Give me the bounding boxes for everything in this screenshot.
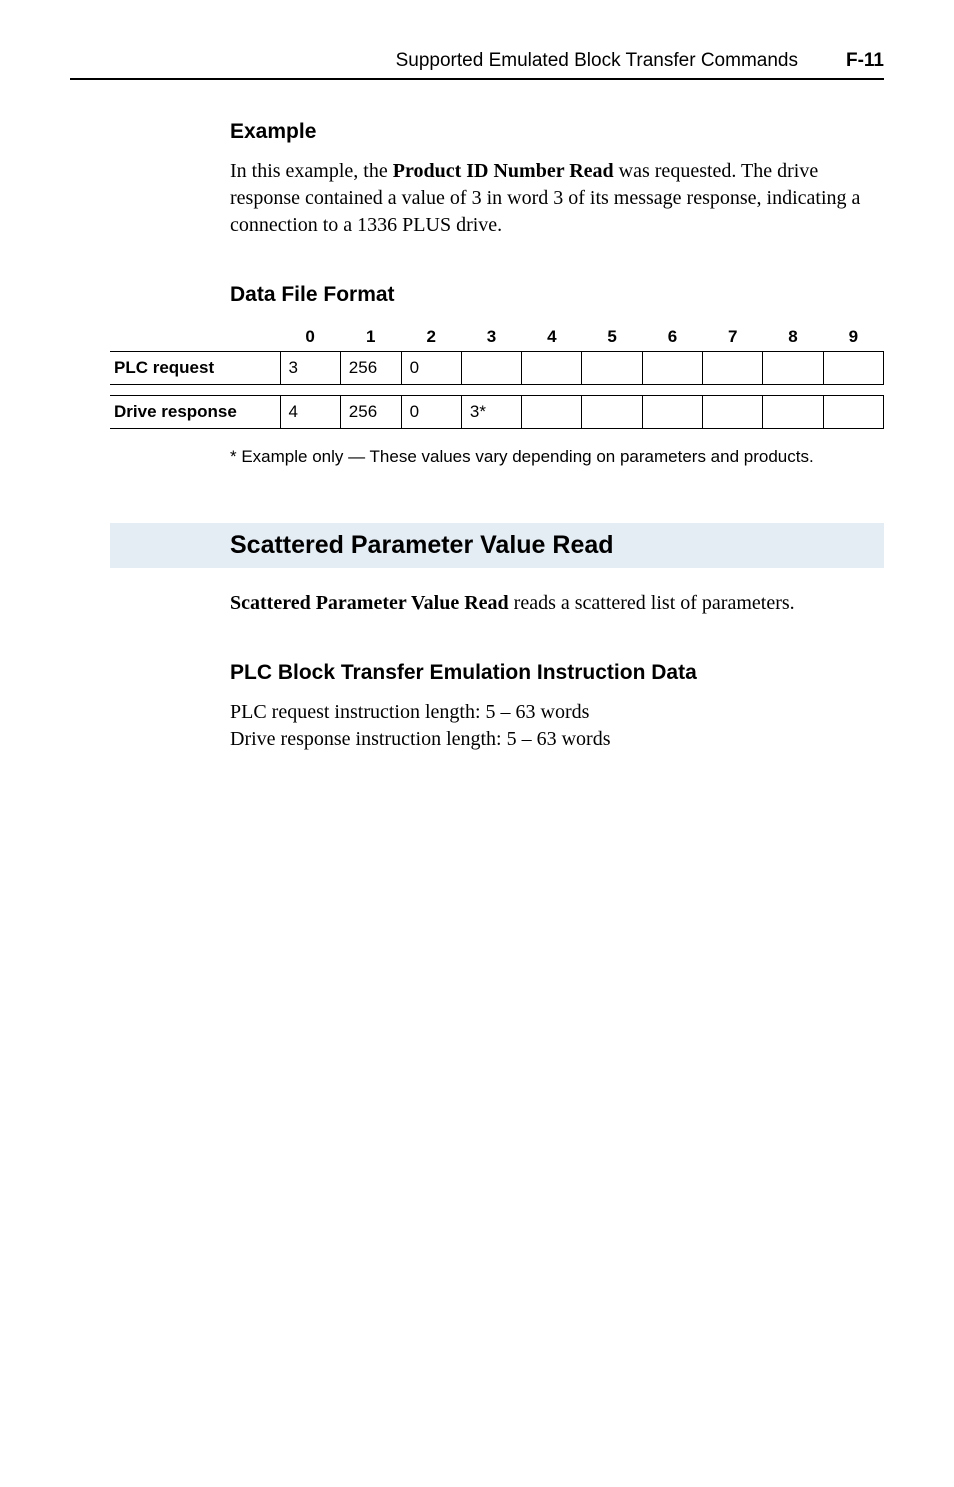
table-row: PLC request 3 256 0 [110, 352, 884, 385]
data-file-format-heading: Data File Format [230, 283, 884, 307]
plc-line-1: PLC request instruction length: 5 – 63 w… [230, 699, 884, 726]
table-cell: 3 [280, 352, 340, 385]
plc-block-heading: PLC Block Transfer Emulation Instruction… [230, 661, 884, 685]
example-body-bold: Product ID Number Read [393, 160, 614, 182]
table-cell [582, 352, 642, 385]
data-file-format-table: 0 1 2 3 4 5 6 7 8 9 PLC request 3 256 0 [110, 323, 884, 429]
col-header: 6 [642, 323, 702, 352]
table-cell [461, 352, 521, 385]
data-file-format-table-wrap: 0 1 2 3 4 5 6 7 8 9 PLC request 3 256 0 [110, 323, 884, 429]
row-label: PLC request [110, 352, 280, 385]
example-heading: Example [230, 120, 884, 144]
col-header: 0 [280, 323, 340, 352]
col-header: 8 [763, 323, 823, 352]
table-cell [522, 396, 582, 429]
col-header: 9 [823, 323, 883, 352]
example-body: In this example, the Product ID Number R… [230, 158, 884, 239]
plc-line-2: Drive response instruction length: 5 – 6… [230, 726, 884, 753]
scattered-heading: Scattered Parameter Value Read [110, 523, 884, 568]
table-cell: 256 [340, 352, 401, 385]
header-page-number: F-11 [846, 50, 884, 72]
scattered-intro-bold: Scattered Parameter Value Read [230, 592, 509, 614]
table-cell [763, 352, 823, 385]
example-body-pre: In this example, the [230, 160, 393, 182]
scattered-intro-rest: reads a scattered list of parameters. [509, 592, 795, 614]
header-title: Supported Emulated Block Transfer Comman… [396, 50, 798, 72]
table-row: Drive response 4 256 0 3* [110, 396, 884, 429]
scattered-intro: Scattered Parameter Value Read reads a s… [230, 590, 884, 617]
table-cell [703, 396, 763, 429]
col-header: 2 [401, 323, 461, 352]
table-cell: 4 [280, 396, 340, 429]
table-cell [642, 352, 702, 385]
table-cell [642, 396, 702, 429]
table-cell [582, 396, 642, 429]
table-cell: 3* [461, 396, 521, 429]
col-header: 1 [340, 323, 401, 352]
page-header: Supported Emulated Block Transfer Comman… [70, 50, 884, 80]
table-cell: 256 [340, 396, 401, 429]
col-header: 3 [461, 323, 521, 352]
col-header: 7 [703, 323, 763, 352]
table-cell [703, 352, 763, 385]
table-footnote: * Example only — These values vary depen… [230, 447, 884, 467]
col-header: 5 [582, 323, 642, 352]
table-cell [823, 396, 883, 429]
table-cell [763, 396, 823, 429]
table-cell: 0 [401, 396, 461, 429]
table-cell: 0 [401, 352, 461, 385]
col-header: 4 [522, 323, 582, 352]
table-cell [823, 352, 883, 385]
table-header-row: 0 1 2 3 4 5 6 7 8 9 [110, 323, 884, 352]
table-cell [522, 352, 582, 385]
row-label: Drive response [110, 396, 280, 429]
